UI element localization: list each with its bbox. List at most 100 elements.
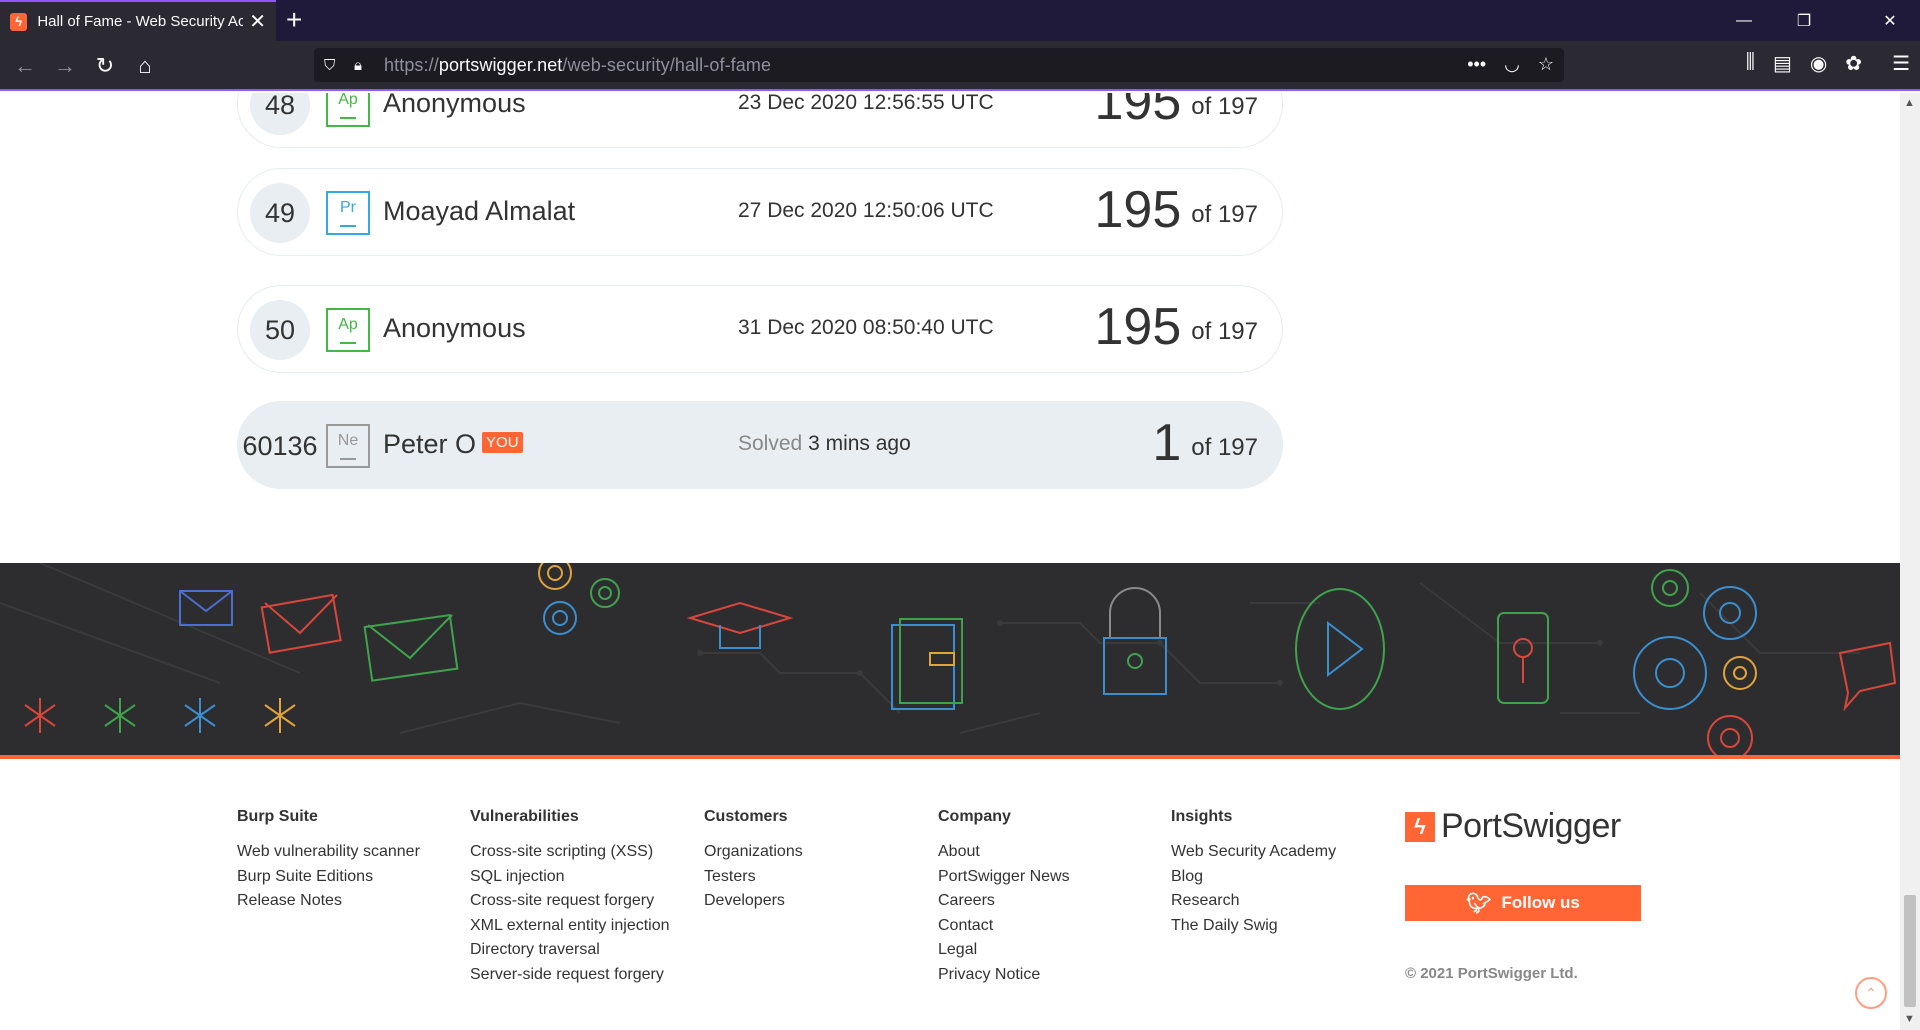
active-tab[interactable]: ϟ Hall of Fame - Web Security Ac ✕ [0,0,276,41]
score: 195 of 197 [1094,181,1259,239]
footer-link[interactable]: Privacy Notice [938,963,1070,988]
account-icon[interactable]: ◉ [1810,51,1827,76]
footer-link[interactable]: Release Notes [237,889,420,914]
footer-heading: Customers [704,808,788,825]
rank: 60136 [242,430,318,461]
score: 195 of 197 [1094,298,1259,356]
tab-strip: ϟ Hall of Fame - Web Security Ac ✕ + — ❐… [0,0,1920,41]
copyright: © 2021 PortSwigger Ltd. [1405,965,1578,982]
footer-link[interactable]: XML external entity injection [470,914,670,939]
close-tab-icon[interactable]: ✕ [249,12,266,32]
security-illustration [0,563,1897,755]
back-arrow-icon[interactable]: ← [10,51,40,81]
envelope-icon [179,590,233,626]
gear-icon [1633,636,1707,710]
footer-link[interactable]: Blog [1171,865,1336,890]
user-name: Moayad Almalat [383,196,576,226]
footer-link[interactable]: Testers [704,865,803,890]
footer-heading: Insights [1171,808,1233,825]
footer-link[interactable]: Careers [938,889,1070,914]
tab-title: Hall of Fame - Web Security Ac [37,13,244,30]
page-viewport: 48 Ap Anonymous 23 Dec 2020 12:56:55 UTC… [0,93,1900,1030]
gear-icon [1651,569,1689,607]
solved-date: 27 Dec 2020 12:50:06 UTC [738,199,994,222]
phone-icon [1497,612,1549,704]
close-window-button[interactable]: ✕ [1860,0,1920,41]
footer-link[interactable]: Burp Suite Editions [237,865,420,890]
sidebar-icon[interactable]: ▤ [1773,51,1792,76]
scrollbar-thumb[interactable] [1904,895,1916,1007]
hall-of-fame-row: 50 Ap Anonymous 31 Dec 2020 08:50:40 UTC… [237,285,1283,373]
home-icon[interactable]: ⌂ [130,51,160,81]
scroll-down-arrow-icon[interactable]: ▼ [1904,1013,1915,1025]
minimize-button[interactable]: — [1714,0,1774,41]
score: 1 of 197 [1152,414,1258,472]
level-badge-icon: Ne [326,424,370,468]
footer-link[interactable]: Web vulnerability scanner [237,840,420,865]
footer-link[interactable]: PortSwigger News [938,865,1070,890]
gear-icon [1707,715,1753,755]
footer-column-insights: Insights Web Security Academy Blog Resea… [1171,808,1336,938]
footer-link[interactable]: Cross-site scripting (XSS) [470,840,670,865]
twitter-icon: 🐦︎ [1466,892,1492,915]
bookmark-star-icon[interactable]: ☆ [1538,54,1554,75]
gear-icon [538,563,572,590]
footer-link[interactable]: About [938,840,1070,865]
footer-link[interactable]: Developers [704,889,803,914]
gear-icon [543,601,577,635]
envelope-icon [260,593,342,654]
extension-icon[interactable]: ✿ [1845,51,1862,76]
page-actions-icon[interactable]: ••• [1467,54,1486,75]
rank: 48 [250,93,310,135]
asterisk-icon [24,698,56,733]
your-rank-row: 60136 Ne Peter O YOU Solved 3 mins ago 1o… [237,401,1283,489]
graduation-cap-icon [686,601,794,649]
footer-link[interactable]: Cross-site request forgery [470,889,670,914]
forward-arrow-icon[interactable]: → [50,51,80,81]
menu-icon[interactable]: ☰ [1892,51,1910,76]
gear-icon [1723,656,1757,690]
url-text[interactable]: https://portswigger.net/web-security/hal… [384,55,771,76]
footer-link[interactable]: Contact [938,914,1070,939]
footer-column-company: Company About PortSwigger News Careers C… [938,808,1070,987]
level-badge-icon: Pr [326,191,370,235]
new-tab-button[interactable]: + [286,5,302,35]
envelope-icon [363,614,459,682]
address-bar[interactable]: ⛉ 🔒︎ https://portswigger.net/web-securit… [314,48,1564,82]
hall-of-fame-row: 49 Pr Moayad Almalat 27 Dec 2020 12:50:0… [237,168,1283,256]
footer-link[interactable]: SQL injection [470,865,670,890]
footer-link[interactable]: Server-side request forgery [470,963,670,988]
footer-link[interactable]: Directory traversal [470,938,670,963]
vertical-scrollbar[interactable]: ▲ ▼ [1900,93,1920,1030]
asterisk-icon [184,698,216,733]
footer-heading: Vulnerabilities [470,808,579,825]
portswigger-logo[interactable]: ϟ PortSwigger [1405,807,1621,846]
library-icon[interactable]: ⫼ [1746,51,1755,76]
footer-column-customers: Customers Organizations Testers Develope… [704,808,803,914]
user-name: Peter O YOU [383,429,523,460]
lock-icon[interactable]: 🔒︎ [354,57,372,74]
tracking-shield-icon[interactable]: ⛉ [324,57,342,74]
footer-heading: Company [938,808,1011,825]
book-icon [891,618,963,710]
restore-button[interactable]: ❐ [1774,0,1834,41]
footer-link[interactable]: Legal [938,938,1070,963]
solved-date: 23 Dec 2020 12:56:55 UTC [738,93,994,114]
footer-link[interactable]: Web Security Academy [1171,840,1336,865]
footer-link[interactable]: The Daily Swig [1171,914,1336,939]
user-name: Anonymous [383,313,526,343]
footer-link[interactable]: Research [1171,889,1336,914]
pocket-icon[interactable]: ◡ [1504,54,1520,75]
asterisk-icon [264,698,296,733]
level-badge-icon: Ap [326,93,370,127]
solved-date: Solved 3 mins ago [738,432,911,455]
footer-heading: Burp Suite [237,808,318,825]
back-to-top-icon[interactable]: ⌃ [1855,977,1887,1009]
footer-link[interactable]: Organizations [704,840,803,865]
portswigger-logo-icon: ϟ [1405,811,1435,842]
reload-icon[interactable]: ↻ [90,51,120,81]
scroll-up-arrow-icon[interactable]: ▲ [1904,97,1915,109]
level-badge-icon: Ap [326,308,370,352]
follow-us-button[interactable]: 🐦︎ Follow us [1405,885,1641,921]
footer-illustration-banner [0,563,1900,759]
